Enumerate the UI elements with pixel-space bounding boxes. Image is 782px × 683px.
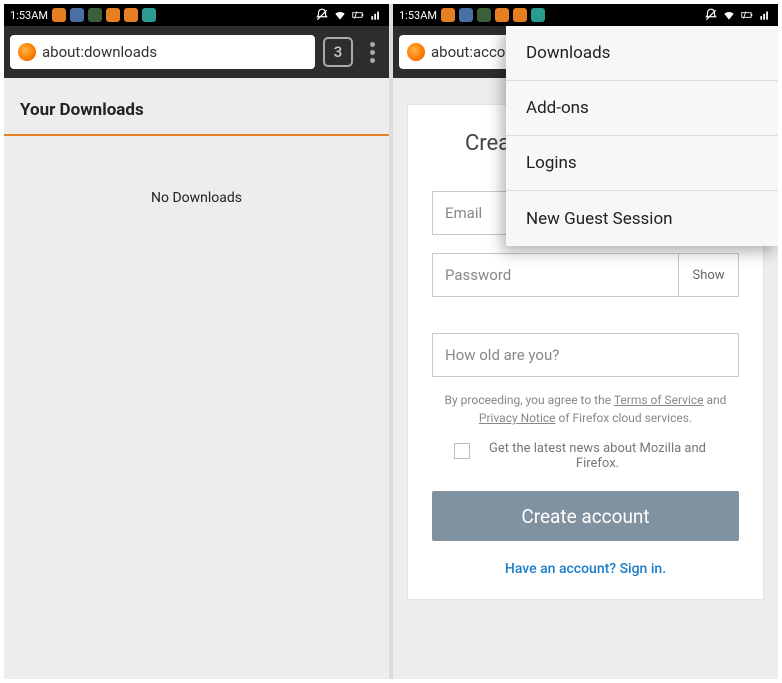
- notif-icon: [531, 8, 545, 22]
- url-text: about:downloads: [42, 43, 157, 61]
- menu-item-logins[interactable]: Logins: [506, 136, 778, 191]
- downloads-page: Your Downloads No Downloads: [4, 78, 389, 206]
- signal-icon: [369, 8, 383, 22]
- status-bar: 1:53AM: [393, 4, 778, 26]
- menu-item-guest[interactable]: New Guest Session: [506, 191, 778, 246]
- battery-icon: [740, 8, 754, 22]
- status-bar: 1:53AM: [4, 4, 389, 26]
- overflow-menu: Downloads Add-ons Logins New Guest Sessi…: [506, 26, 778, 246]
- browser-toolbar: about:downloads 3: [4, 26, 389, 78]
- battery-icon: [351, 8, 365, 22]
- firefox-icon: [18, 43, 36, 61]
- notif-icon: [70, 8, 84, 22]
- status-time: 1:53AM: [399, 9, 437, 22]
- silent-icon: [315, 8, 329, 22]
- notif-icon: [441, 8, 455, 22]
- create-account-button[interactable]: Create account: [432, 491, 739, 541]
- signin-link[interactable]: Have an account? Sign in.: [432, 561, 739, 577]
- privacy-link[interactable]: Privacy Notice: [479, 411, 556, 425]
- password-field[interactable]: Password: [432, 253, 679, 297]
- tab-counter[interactable]: 3: [323, 37, 353, 67]
- notif-icon: [477, 8, 491, 22]
- newsletter-row[interactable]: Get the latest news about Mozilla and Fi…: [432, 441, 739, 471]
- tos-link[interactable]: Terms of Service: [614, 393, 704, 407]
- signal-icon: [758, 8, 772, 22]
- show-password-button[interactable]: Show: [679, 253, 739, 297]
- screenshot-downloads: 1:53AM about:downloads 3: [4, 4, 391, 679]
- screenshot-accounts: 1:53AM about:accounts?action=signup&: [391, 4, 778, 679]
- notif-icon: [124, 8, 138, 22]
- notif-icon: [459, 8, 473, 22]
- newsletter-checkbox[interactable]: [454, 443, 470, 459]
- newsletter-label: Get the latest news about Mozilla and Fi…: [478, 441, 718, 471]
- empty-state-text: No Downloads: [4, 136, 389, 206]
- menu-item-addons[interactable]: Add-ons: [506, 81, 778, 136]
- age-field[interactable]: How old are you?: [432, 333, 739, 377]
- page-title: Your Downloads: [4, 78, 389, 134]
- url-bar[interactable]: about:downloads: [10, 35, 315, 69]
- notif-icon: [495, 8, 509, 22]
- menu-button[interactable]: [361, 42, 383, 63]
- firefox-icon: [407, 43, 425, 61]
- notif-icon: [513, 8, 527, 22]
- terms-text: By proceeding, you agree to the Terms of…: [432, 391, 739, 427]
- notif-icon: [52, 8, 66, 22]
- silent-icon: [704, 8, 718, 22]
- notif-icon: [88, 8, 102, 22]
- notif-icon: [142, 8, 156, 22]
- wifi-icon: [333, 8, 347, 22]
- status-time: 1:53AM: [10, 9, 48, 22]
- notif-icon: [106, 8, 120, 22]
- wifi-icon: [722, 8, 736, 22]
- menu-item-downloads[interactable]: Downloads: [506, 26, 778, 81]
